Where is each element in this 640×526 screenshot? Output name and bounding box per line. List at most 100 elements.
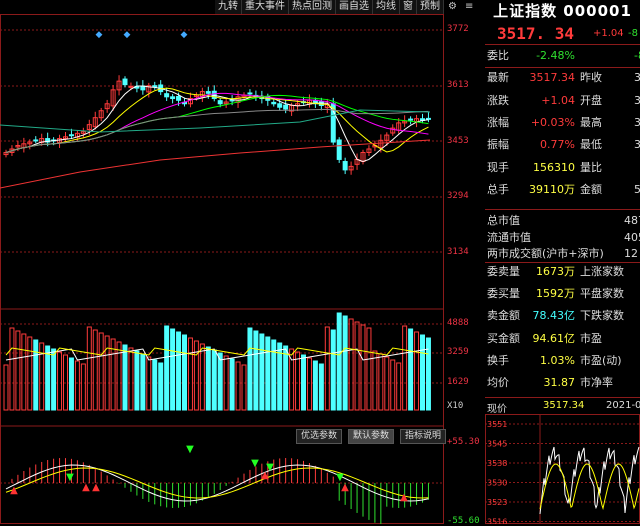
quote-value2: -8	[634, 49, 640, 62]
mini-chart-tick: 3538	[487, 459, 507, 468]
volume-bar	[27, 336, 33, 411]
tab-default-params[interactable]: 默认参数	[348, 429, 395, 444]
candle-body	[122, 78, 128, 86]
candle-body	[283, 104, 289, 110]
candle-body	[205, 91, 211, 94]
candle-body	[342, 161, 348, 171]
macd-tick: +55.30	[447, 437, 480, 447]
quote-label: 现手	[487, 160, 509, 174]
volume-bar	[134, 350, 140, 411]
volume-unit: X10	[447, 401, 464, 411]
signal-arrow-icon: ▲	[92, 482, 100, 493]
gear-icon[interactable]: ⚙	[444, 0, 461, 14]
volume-bar	[74, 360, 80, 411]
toolbar-hot-backtest[interactable]: 热点回测	[289, 0, 336, 14]
breadth-value: 78.43亿	[532, 309, 576, 323]
volume-bar	[360, 324, 366, 411]
volume-tick: 1629	[447, 377, 469, 387]
volume-bar	[128, 347, 134, 411]
volume-bar	[140, 353, 146, 411]
volume-bar	[122, 344, 128, 411]
current-price: 3517. 34	[497, 24, 575, 43]
volume-bar	[57, 351, 63, 411]
volume-bar	[420, 334, 425, 411]
breadth-label: 卖金额	[487, 309, 520, 323]
price-tick: 3453	[447, 136, 469, 146]
volume-bar	[158, 362, 164, 411]
breadth-label: 委买量	[487, 287, 520, 301]
breadth-value: 1.03%	[540, 353, 575, 367]
chart-frame	[0, 14, 444, 524]
breadth-value: 94.61亿	[532, 331, 576, 345]
toolbar-window[interactable]: 窗	[400, 0, 417, 14]
event-marker-icon: ◆	[124, 30, 131, 40]
market-value: 405	[624, 230, 640, 244]
toolbar-major-events[interactable]: 重大事件	[242, 0, 289, 14]
volume-bar	[182, 334, 187, 411]
signal-arrow-icon: ▲	[82, 482, 90, 493]
volume-bar	[15, 330, 21, 411]
divider	[485, 44, 640, 45]
signal-arrow-icon: ▼	[266, 462, 274, 473]
candle-body	[217, 100, 223, 105]
quote-label: 总手	[487, 182, 509, 196]
divider	[485, 209, 640, 210]
quote-value: -2.48%	[536, 49, 575, 62]
quote-label2: 金额	[580, 182, 602, 196]
menu-icon[interactable]: ≡	[461, 0, 477, 14]
toolbar-ma[interactable]: 均线	[373, 0, 400, 14]
volume-bar	[408, 328, 414, 411]
volume-bar	[229, 358, 235, 411]
volume-bar	[265, 336, 271, 411]
volume-bar	[324, 326, 330, 411]
toolbar-preset[interactable]: 预制	[417, 0, 444, 14]
volume-bar	[164, 325, 170, 411]
tab-optimal-params[interactable]: 优选参数	[296, 429, 343, 444]
tab-indicator-help[interactable]: 指标说明	[400, 429, 447, 444]
kline-chart-area[interactable]: ◆ ◆ ◆ ▲▼▲ ▲▼▼▲▼▼▲▲	[0, 0, 484, 524]
price-change: +1.04	[593, 28, 624, 39]
candle-body	[128, 85, 134, 88]
signal-arrow-icon: ▼	[186, 444, 194, 455]
breadth-label2: 市盈(动)	[580, 353, 622, 367]
breadth-label: 换手	[487, 353, 509, 367]
volume-bar	[330, 329, 336, 411]
volume-bar	[354, 321, 360, 411]
signal-arrow-icon: ▲	[341, 482, 349, 493]
price-tick: 3294	[447, 191, 469, 201]
price-change-right: -8	[628, 28, 638, 39]
breadth-value: 31.87	[543, 376, 576, 389]
signal-arrow-icon: ▲	[10, 485, 18, 496]
volume-bar	[414, 331, 420, 411]
quote-label: 振幅	[487, 138, 509, 152]
candle-body	[277, 103, 283, 108]
quote-label2: 最低	[580, 138, 602, 152]
volume-bar	[336, 312, 342, 411]
volume-bar	[247, 327, 253, 411]
volume-bar	[9, 327, 15, 411]
volume-bar	[318, 363, 324, 411]
breadth-label: 委卖量	[487, 265, 520, 278]
volume-bar	[187, 337, 193, 411]
candle-body	[170, 96, 176, 100]
quote-value: +0.03%	[530, 115, 575, 129]
volume-bar	[170, 328, 176, 411]
volume-bar	[402, 325, 408, 411]
quote-value2: 35	[634, 71, 640, 85]
quote-value2: 35	[634, 115, 640, 129]
ma-line	[5, 92, 429, 153]
price-tick: 3134	[447, 247, 469, 257]
divider	[485, 67, 640, 68]
mini-chart-label: 现价	[487, 404, 507, 415]
volume-bar	[33, 339, 39, 411]
breadth-label2: 市净率	[580, 376, 613, 389]
volume-bar	[45, 345, 51, 411]
volume-bar	[104, 335, 110, 411]
candle-body	[176, 95, 182, 101]
toolbar-draw-watchlist[interactable]: 画自选	[336, 0, 373, 14]
volume-bar	[396, 362, 402, 411]
toolbar-jiuzhuan[interactable]: 九转	[215, 0, 242, 14]
volume-bars	[3, 312, 431, 411]
volume-bar	[295, 351, 301, 411]
mini-intraday-chart[interactable]: 3551 3545 3538 3530 3523 3516	[485, 414, 640, 524]
